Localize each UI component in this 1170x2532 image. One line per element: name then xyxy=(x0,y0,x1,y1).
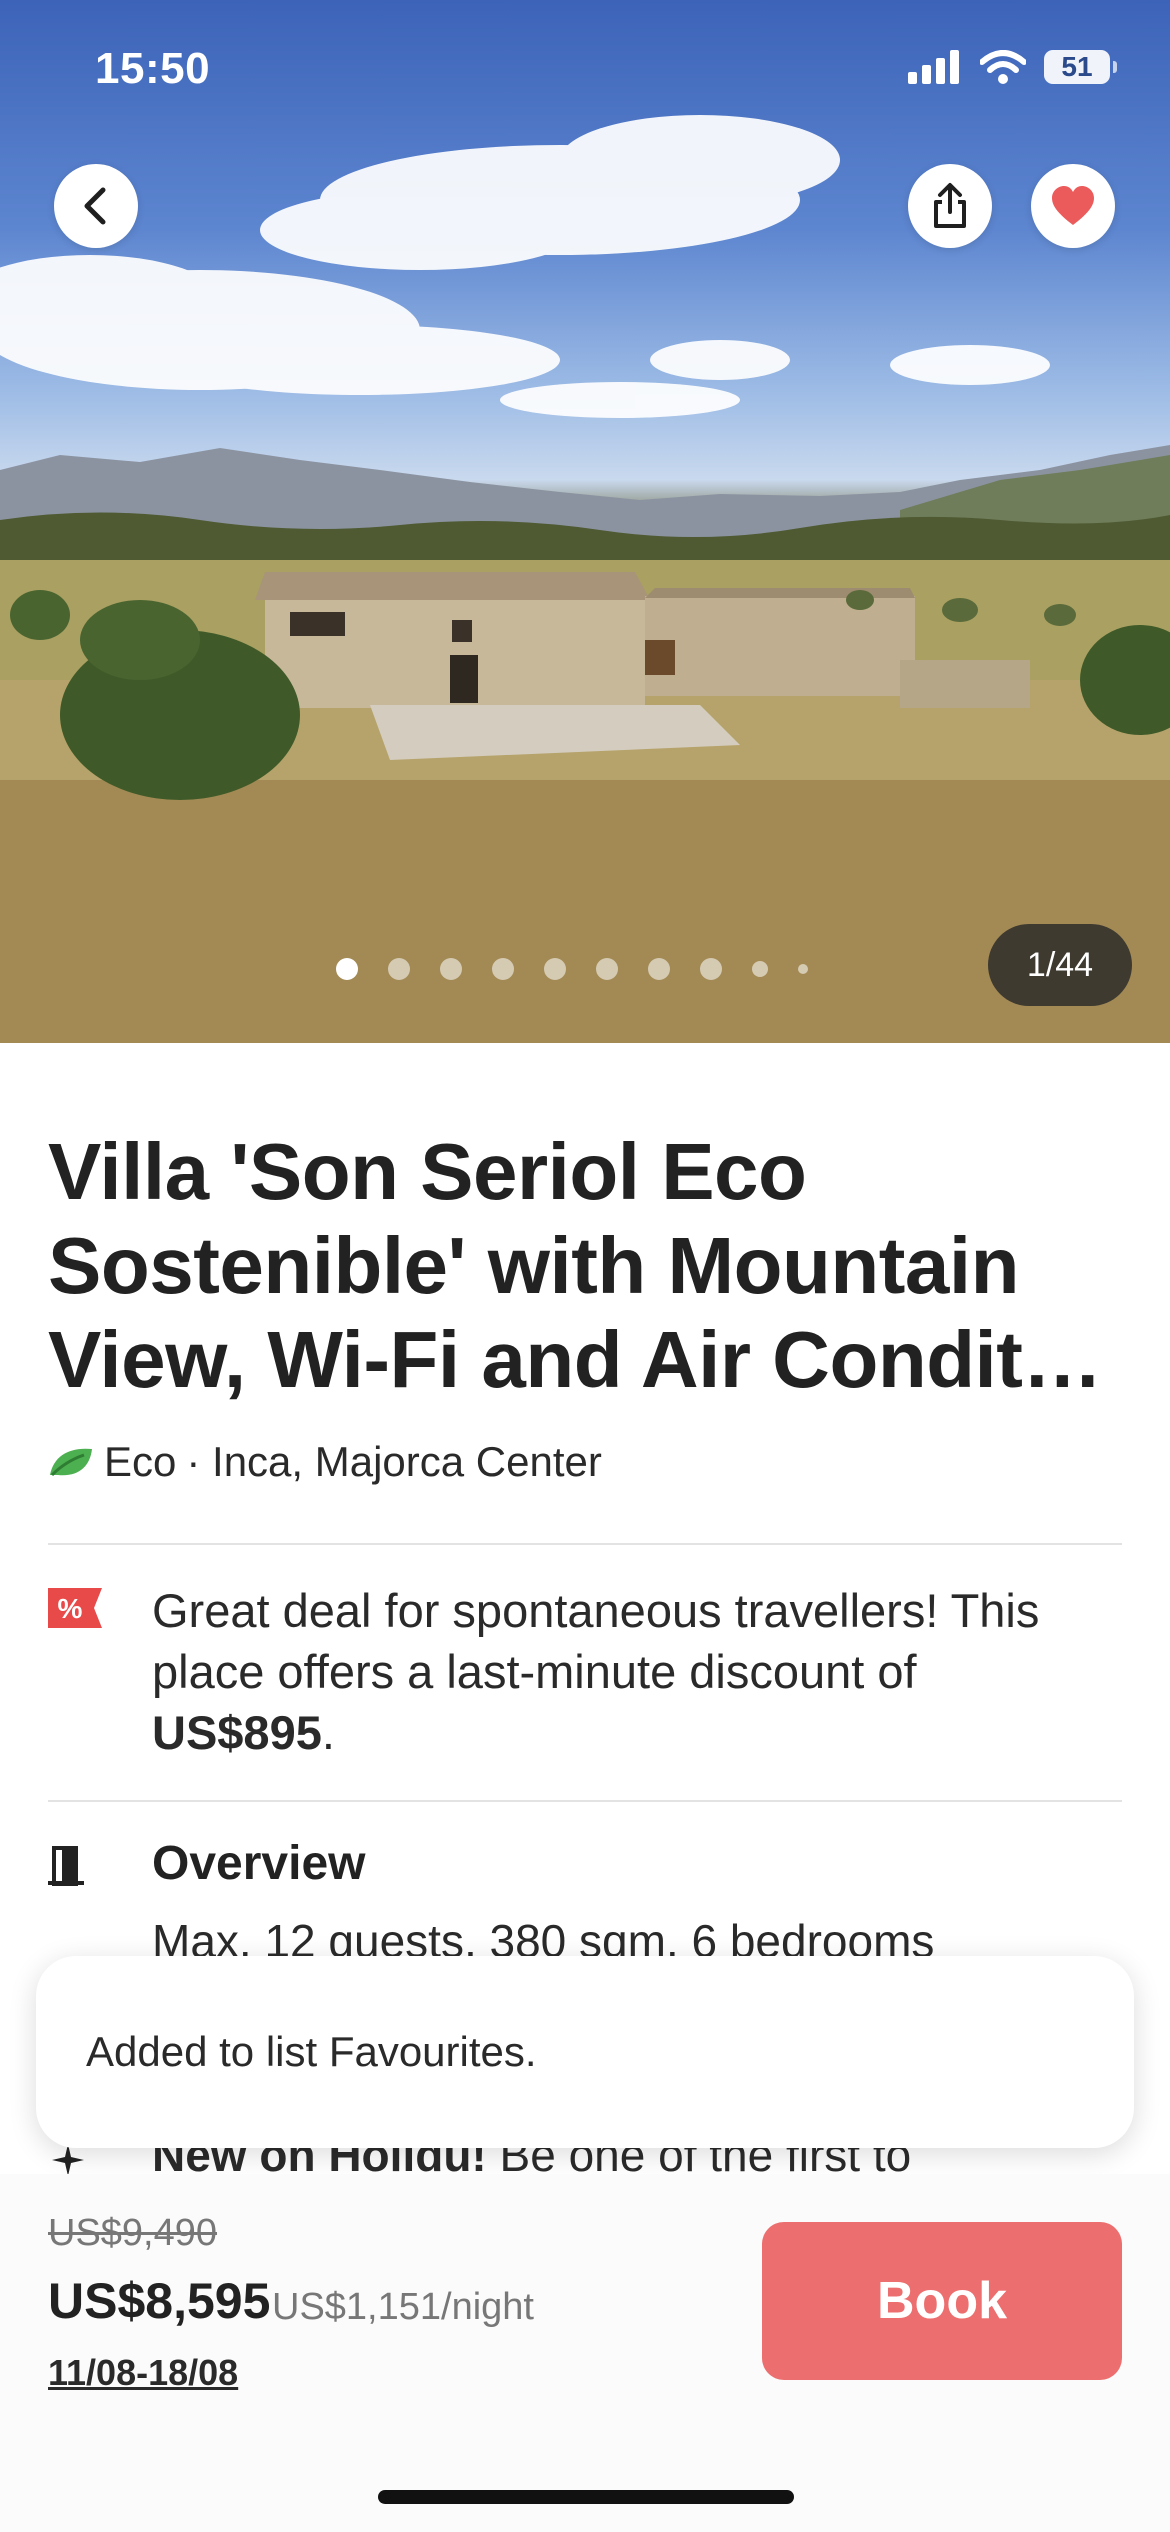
pagination-dot xyxy=(492,958,514,980)
divider xyxy=(48,1800,1122,1802)
pagination-dot xyxy=(752,961,768,977)
home-indicator xyxy=(378,2490,794,2504)
favourites-toast: Added to list Favourites. xyxy=(36,1956,1134,2148)
pagination-dot xyxy=(700,958,722,980)
last-minute-deal-text: Great deal for spontaneous travellers! T… xyxy=(152,1580,1072,1763)
favourite-button[interactable] xyxy=(1031,164,1115,248)
share-icon xyxy=(934,183,966,228)
price-per-night: US$1,151/night xyxy=(272,2286,534,2328)
svg-text:%: % xyxy=(58,1593,83,1624)
listing-location: · Inca, Majorca Center xyxy=(186,1438,602,1485)
share-button[interactable] xyxy=(908,164,992,248)
total-price: US$8,595 xyxy=(48,2273,271,2329)
image-counter: 1/44 xyxy=(988,924,1132,1006)
listing-subtitle: Eco · Inca, Majorca Center xyxy=(48,1438,602,1486)
signal-icon xyxy=(908,50,959,84)
overview-title: Overview xyxy=(152,1837,366,1890)
image-pagination-dots xyxy=(336,958,808,980)
battery-indicator: 51 xyxy=(1044,50,1117,84)
book-button[interactable]: Book xyxy=(762,2222,1122,2380)
status-icons: 51 xyxy=(908,50,1117,84)
toast-message: Added to list Favourites. xyxy=(86,2028,537,2075)
deal-amount: US$895 xyxy=(152,1706,322,1759)
listing-title: Villa 'Son Seriol Eco Sostenible' with M… xyxy=(48,1127,1102,1404)
status-time: 15:50 xyxy=(95,44,211,93)
pagination-dot xyxy=(798,964,808,974)
eco-label: Eco xyxy=(104,1438,177,1485)
villa-photo xyxy=(0,115,1170,1043)
door-icon xyxy=(48,1846,84,1886)
pagination-dot xyxy=(336,958,358,980)
pagination-dot xyxy=(544,958,566,980)
eco-leaf-icon xyxy=(50,1448,92,1477)
pagination-dot xyxy=(388,958,410,980)
back-button[interactable] xyxy=(54,164,138,248)
discount-tag-icon: % xyxy=(48,1588,102,1628)
hero-image[interactable]: 15:50 51 1/44 xyxy=(0,0,1170,1043)
deal-text: Great deal for spontaneous travellers! T… xyxy=(152,1584,1040,1698)
wifi-icon xyxy=(980,50,1026,84)
divider xyxy=(48,1543,1122,1545)
pagination-dot xyxy=(440,958,462,980)
deal-text-end: . xyxy=(321,1706,335,1759)
pagination-dot xyxy=(648,958,670,980)
heart-icon xyxy=(1052,186,1094,225)
original-price: US$9,490 xyxy=(48,2212,218,2254)
status-bar: 15:50 51 xyxy=(0,0,1170,140)
travel-dates-link[interactable]: 11/08-18/08 xyxy=(48,2352,238,2394)
chevron-left-icon xyxy=(84,187,106,225)
pagination-dot xyxy=(596,958,618,980)
